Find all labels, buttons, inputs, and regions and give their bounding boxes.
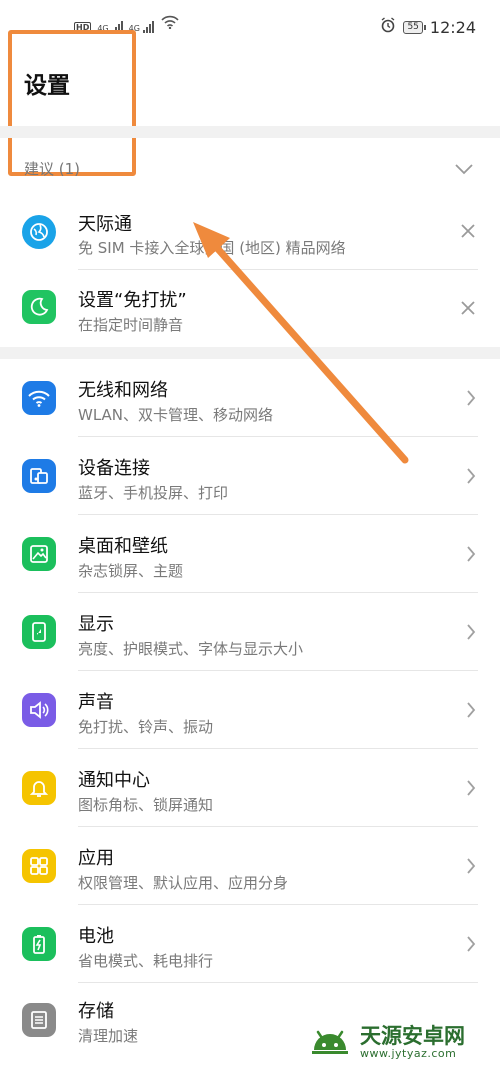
section-gap-2	[0, 347, 500, 359]
chevron-right-icon	[466, 857, 476, 879]
wifi-icon	[22, 381, 56, 415]
alarm-icon	[380, 17, 396, 37]
suggestion-title: 设置“免打扰”	[78, 290, 187, 311]
settings-item-title: 存储	[78, 1001, 114, 1022]
status-right: 55 12:24	[380, 17, 476, 37]
settings-item-title: 通知中心	[78, 770, 150, 791]
chevron-right-icon	[466, 623, 476, 645]
storage-icon	[22, 1003, 56, 1037]
suggestions-header[interactable]: 建议 (1)	[0, 138, 500, 200]
settings-item-subtitle: WLAN、双卡管理、移动网络	[78, 406, 274, 424]
chevron-right-icon	[466, 935, 476, 957]
settings-item-notification-center[interactable]: 通知中心 图标角标、锁屏通知	[0, 749, 500, 827]
bell-icon	[22, 771, 56, 805]
battery-indicator: 55	[403, 20, 427, 34]
settings-item-title: 设备连接	[78, 458, 150, 479]
settings-item-subtitle: 图标角标、锁屏通知	[78, 796, 214, 814]
watermark-title: 天源安卓网	[360, 1023, 465, 1048]
close-icon[interactable]	[460, 300, 476, 320]
suggestion-title: 天际通	[78, 214, 132, 235]
settings-item-subtitle: 亮度、护眼模式、字体与显示大小	[78, 640, 304, 658]
close-icon[interactable]	[460, 223, 476, 243]
settings-item-wireless-network[interactable]: 无线和网络 WLAN、双卡管理、移动网络	[0, 359, 500, 437]
moon-icon	[22, 290, 56, 324]
chevron-right-icon	[466, 701, 476, 723]
settings-item-display[interactable]: 显示 亮度、护眼模式、字体与显示大小	[0, 593, 500, 671]
watermark-text: 天源安卓网 www.jytyaz.com	[360, 1025, 465, 1060]
suggestion-subtitle: 在指定时间静音	[78, 316, 184, 334]
suggestion-item-tianjitong[interactable]: 天际通 免 SIM 卡接入全球多国 (地区) 精品网络	[0, 200, 500, 270]
settings-item-subtitle: 免打扰、铃声、振动	[78, 718, 214, 736]
settings-item-sound[interactable]: 声音 免打扰、铃声、振动	[0, 671, 500, 749]
settings-item-title: 显示	[78, 614, 114, 635]
settings-item-subtitle: 省电模式、耗电排行	[78, 952, 214, 970]
wallpaper-icon	[22, 537, 56, 571]
chevron-right-icon	[466, 389, 476, 411]
chevron-right-icon	[466, 779, 476, 801]
settings-item-title: 无线和网络	[78, 380, 168, 401]
settings-item-device-connection[interactable]: 设备连接 蓝牙、手机投屏、打印	[0, 437, 500, 515]
suggestion-item-do-not-disturb[interactable]: 设置“免打扰” 在指定时间静音	[0, 270, 500, 347]
chevron-right-icon	[466, 545, 476, 567]
suggestions-label: 建议 (1)	[24, 160, 81, 178]
settings-item-title: 桌面和壁纸	[78, 536, 168, 557]
wifi-status-icon	[161, 14, 179, 33]
settings-item-title: 声音	[78, 692, 114, 713]
globe-icon	[22, 215, 56, 249]
device-connect-icon	[22, 459, 56, 493]
settings-item-subtitle: 清理加速	[78, 1027, 139, 1045]
sound-icon	[22, 693, 56, 727]
settings-item-battery[interactable]: 电池 省电模式、耗电排行	[0, 905, 500, 983]
settings-item-title: 电池	[78, 926, 114, 947]
suggestion-subtitle: 免 SIM 卡接入全球多国 (地区) 精品网络	[78, 239, 346, 257]
clock: 12:24	[429, 17, 476, 37]
battery-icon	[22, 927, 56, 961]
section-gap	[0, 126, 500, 138]
apps-grid-icon	[22, 849, 56, 883]
settings-item-subtitle: 杂志锁屏、主题	[78, 562, 184, 580]
android-logo-icon	[306, 1020, 354, 1064]
watermark: 天源安卓网 www.jytyaz.com	[306, 1020, 465, 1064]
settings-item-subtitle: 权限管理、默认应用、应用分身	[78, 874, 289, 892]
chevron-down-icon[interactable]	[454, 160, 474, 179]
settings-item-apps[interactable]: 应用 权限管理、默认应用、应用分身	[0, 827, 500, 905]
signal-icon-2	[142, 21, 154, 33]
chevron-right-icon	[466, 467, 476, 489]
settings-item-title: 应用	[78, 848, 114, 869]
settings-item-subtitle: 蓝牙、手机投屏、打印	[78, 484, 229, 502]
display-icon	[22, 615, 56, 649]
settings-item-desktop-wallpaper[interactable]: 桌面和壁纸 杂志锁屏、主题	[0, 515, 500, 593]
watermark-url: www.jytyaz.com	[360, 1046, 457, 1060]
